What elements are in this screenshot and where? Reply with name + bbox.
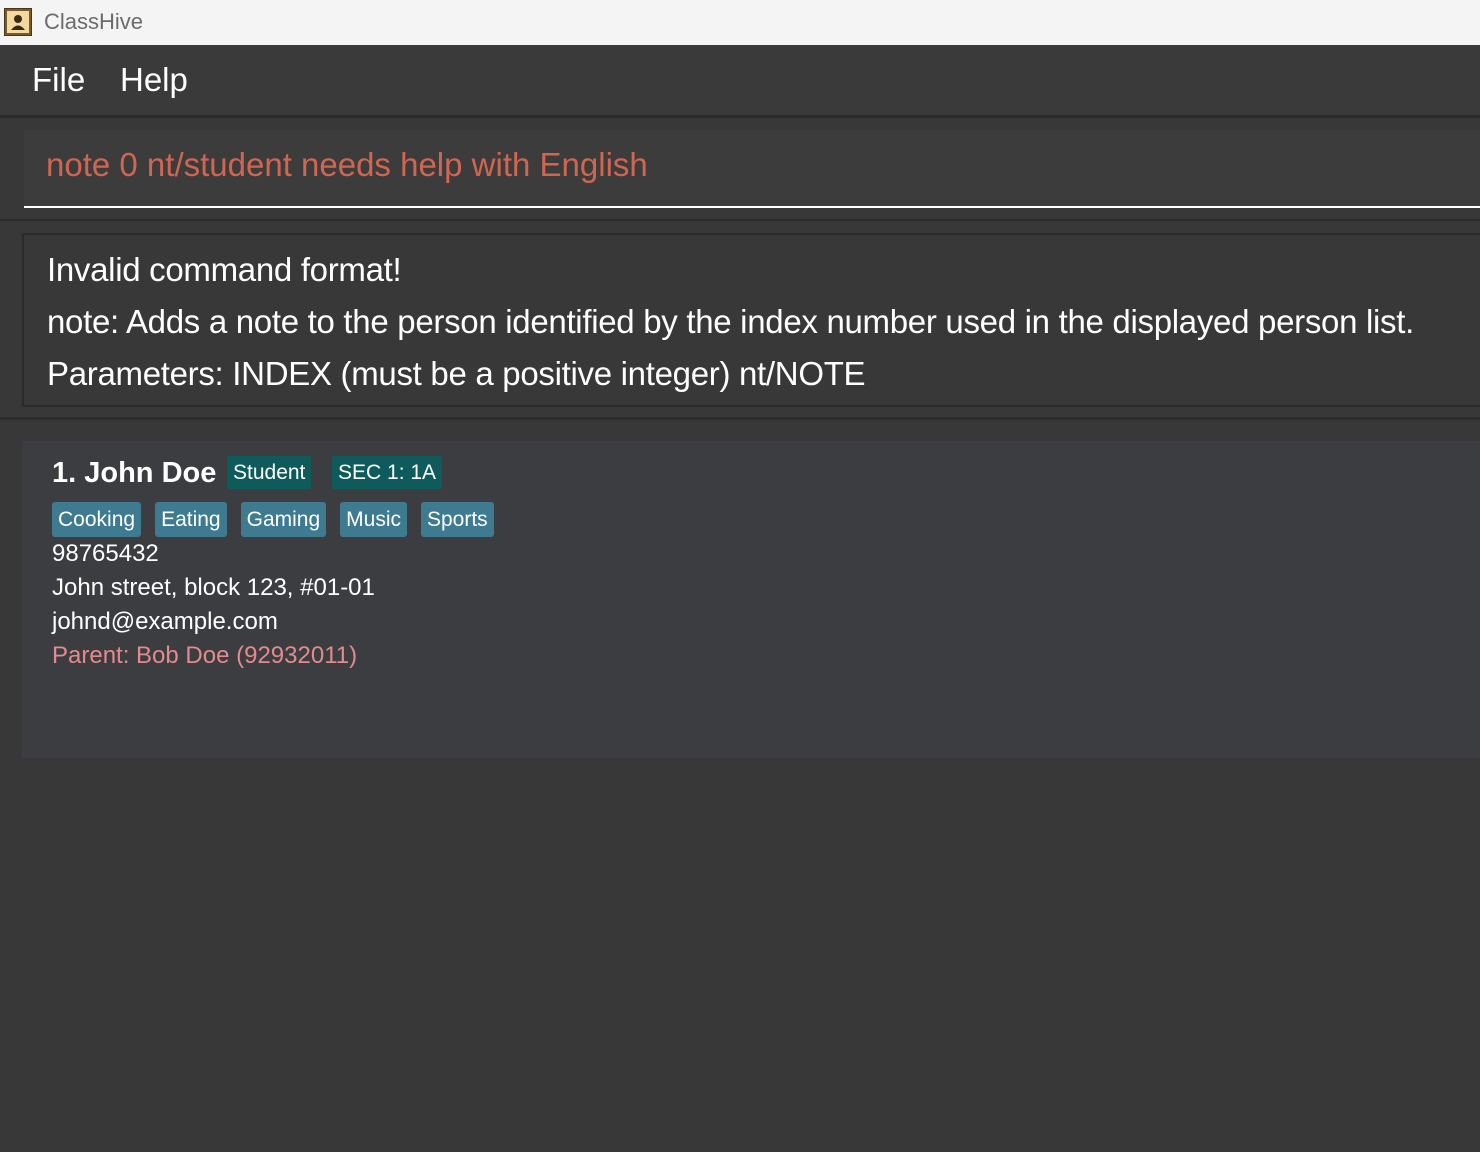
tag-list: Cooking Eating Gaming Music Sports [52, 502, 494, 537]
result-display: Invalid command format! note: Adds a not… [22, 233, 1480, 407]
person-parent: Parent: Bob Doe (92932011) [52, 642, 358, 669]
menu-help[interactable]: Help [120, 61, 188, 99]
person-card[interactable]: 1. John Doe Student SEC 1: 1A Cooking Ea… [22, 441, 1480, 758]
command-input-text[interactable]: note 0 nt/student needs help with Englis… [46, 146, 648, 184]
command-input[interactable]: note 0 nt/student needs help with Englis… [24, 130, 1480, 208]
person-phone: 98765432 [52, 540, 159, 567]
title-bar: ClassHive [0, 0, 1480, 45]
window-title: ClassHive [44, 9, 144, 34]
result-line-error: Invalid command format! [47, 251, 402, 288]
person-list: 1. John Doe Student SEC 1: 1A Cooking Ea… [0, 420, 1480, 1152]
role-badge-student: Student [227, 456, 312, 489]
result-line-parameters: Parameters: INDEX (must be a positive in… [47, 355, 866, 392]
role-badge-class: SEC 1: 1A [332, 456, 443, 489]
person-email: johnd@example.com [52, 608, 278, 635]
result-line-usage: note: Adds a note to the person identifi… [47, 303, 1414, 340]
tag: Music [340, 502, 407, 537]
person-address: John street, block 123, #01-01 [52, 574, 375, 601]
app-icon [4, 8, 32, 36]
menu-file[interactable]: File [32, 61, 85, 99]
tag: Sports [420, 502, 494, 537]
tag: Cooking [52, 502, 142, 537]
tag: Gaming [240, 502, 327, 537]
tag: Eating [155, 502, 227, 537]
person-name: 1. John Doe [52, 457, 217, 489]
command-section: note 0 nt/student needs help with Englis… [0, 115, 1480, 219]
menu-bar: File Help [0, 45, 1480, 115]
result-section: Invalid command format! note: Adds a not… [0, 219, 1480, 420]
